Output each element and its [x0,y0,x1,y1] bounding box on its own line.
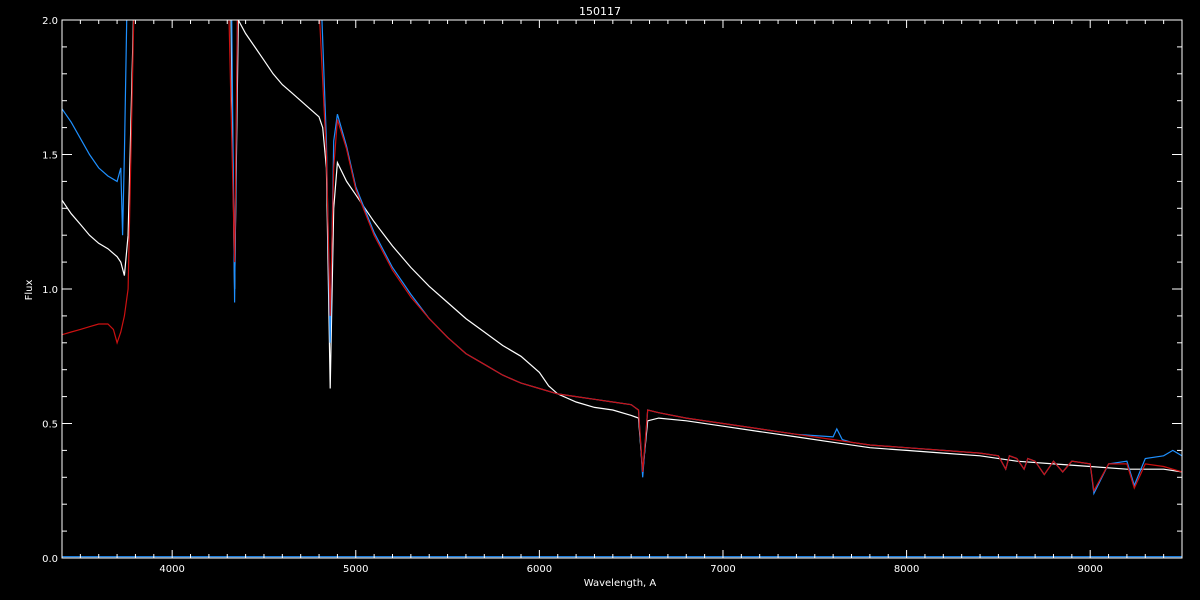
y-tick-label: 1.0 [42,285,58,296]
chart-title: 150117 [579,5,621,18]
y-tick-label: 0.0 [42,554,58,565]
x-tick-label: 5000 [343,564,368,575]
x-tick-label: 4000 [159,564,184,575]
y-tick-label: 2.0 [42,16,58,27]
y-tick-label: 0.5 [42,420,58,431]
x-tick-label: 7000 [710,564,735,575]
y-axis-label: Flux [24,280,35,301]
x-tick-label: 6000 [527,564,552,575]
y-tick-label: 1.5 [42,151,58,162]
x-tick-label: 8000 [894,564,919,575]
spectrum-chart: 150117 4000 5000 6000 7000 8000 9000 0.0 0.5 1.… [0,0,1200,600]
x-tick-label: 9000 [1077,564,1102,575]
x-axis-label: Wavelength, A [584,578,657,589]
chart-background [0,0,1200,600]
